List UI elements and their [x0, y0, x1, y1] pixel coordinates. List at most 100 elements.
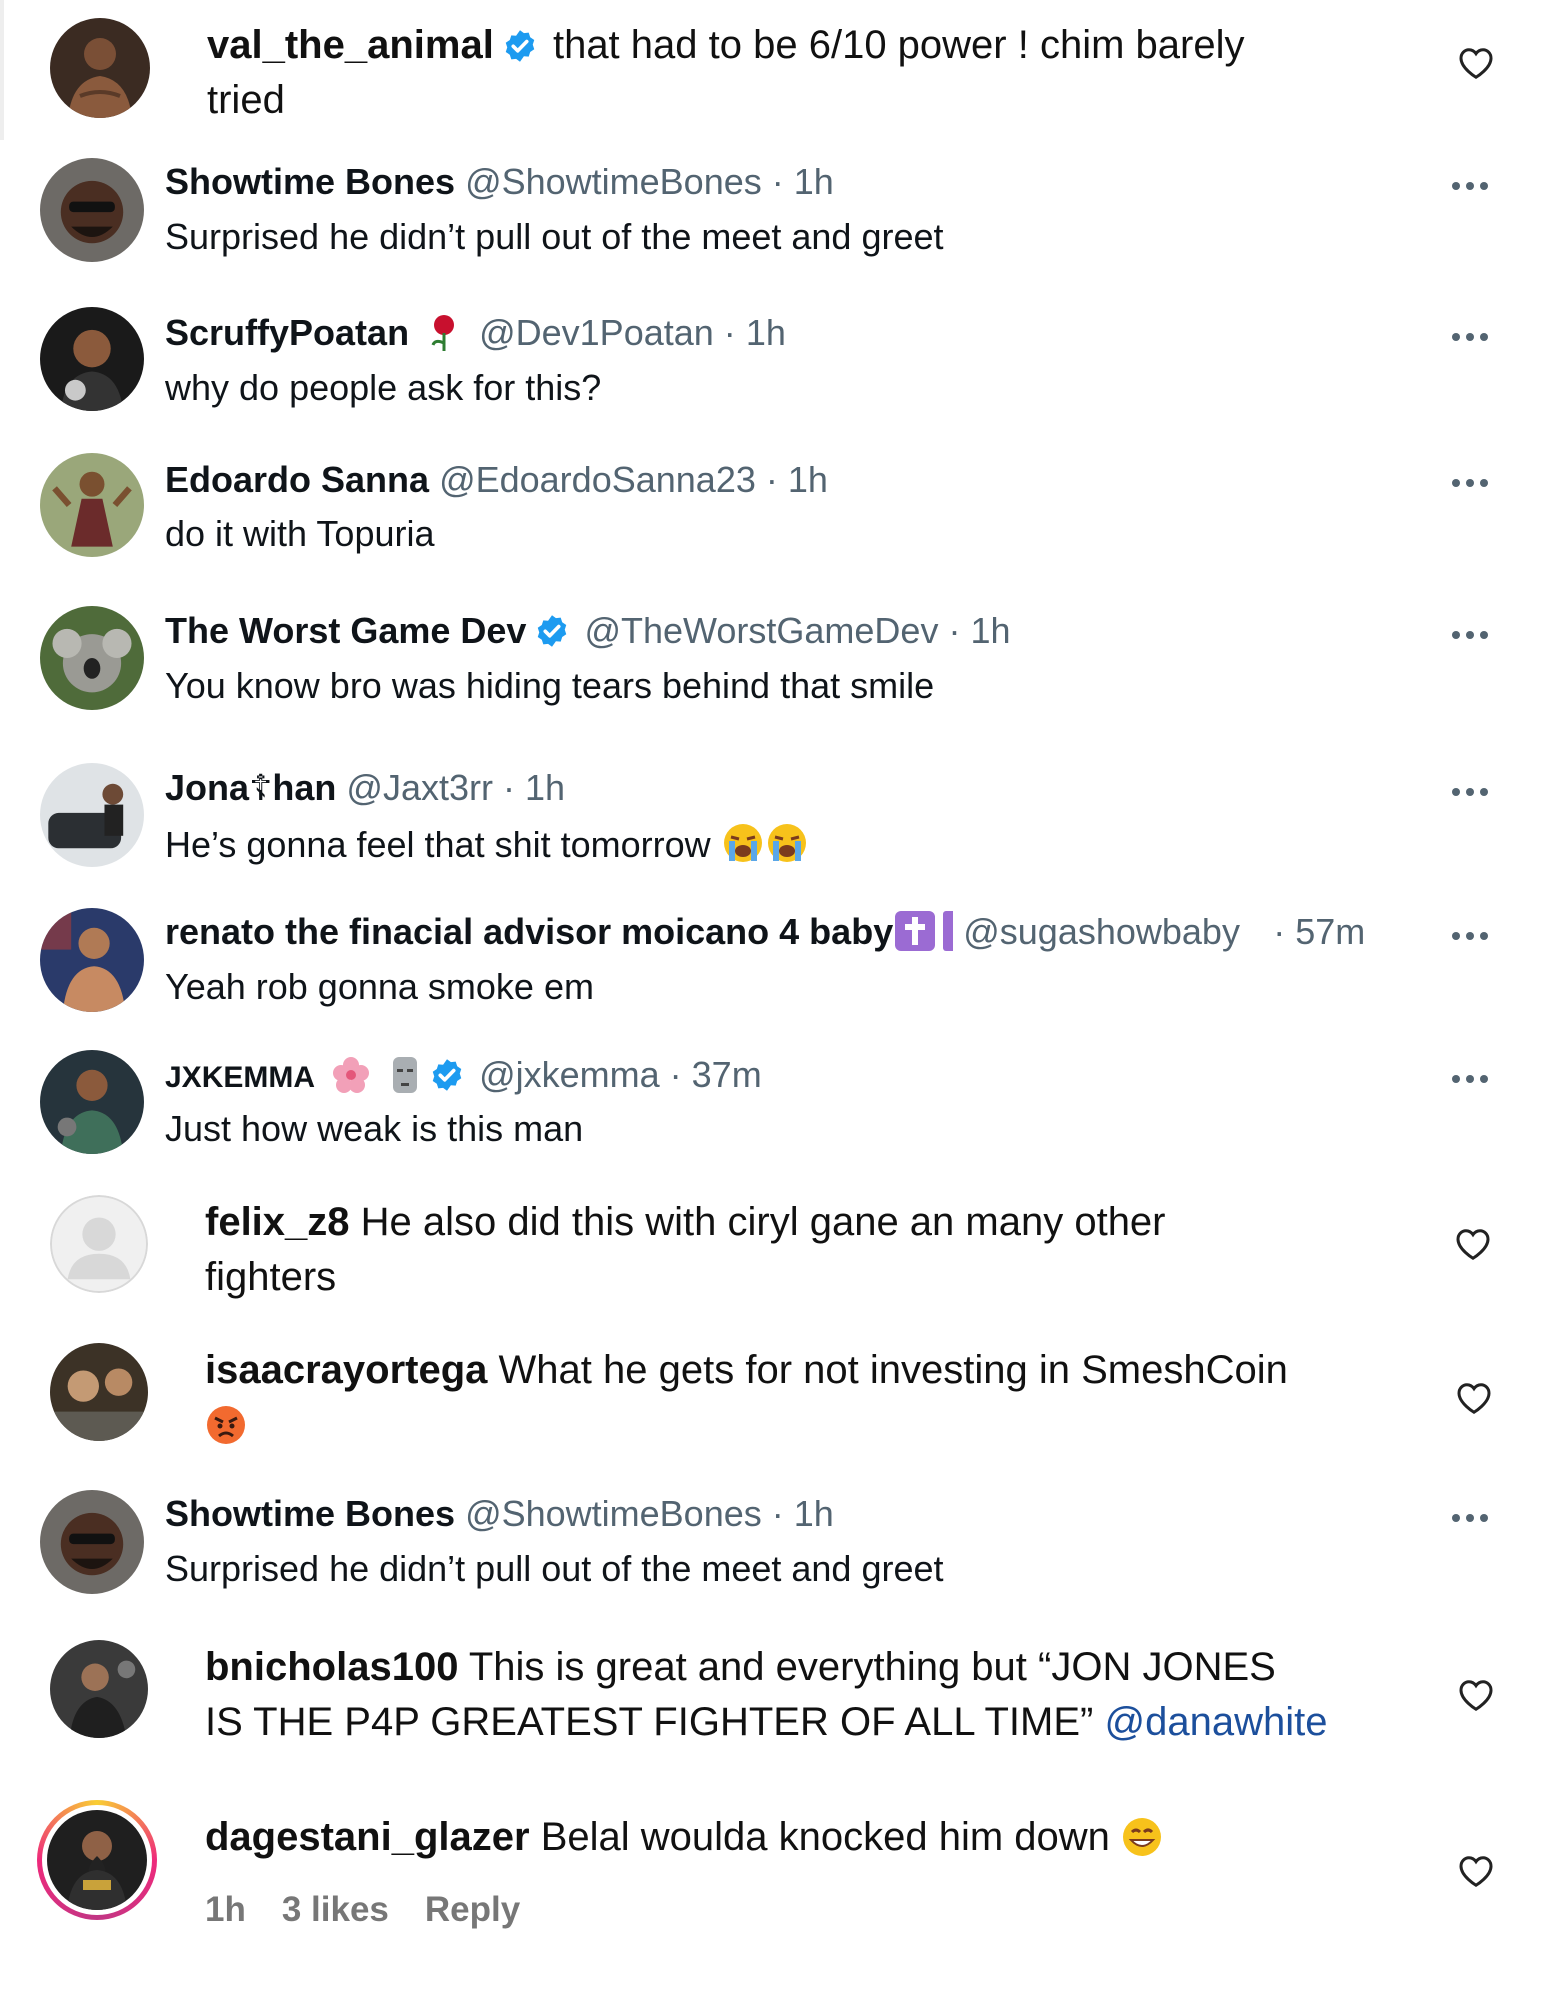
reply-header: JXKEMMA @jxkemma · 37m — [165, 1053, 762, 1100]
handle[interactable]: @EdoardoSanna23 — [439, 459, 756, 500]
more-horizontal-icon[interactable] — [1450, 179, 1490, 191]
more-horizontal-icon[interactable] — [1450, 929, 1490, 941]
hibiscus-emoji — [331, 1055, 371, 1095]
reply-item: Showtime Bones @ShowtimeBones · 1h Surpr… — [0, 1490, 1545, 1600]
reply-item: The Worst Game Dev @TheWorstGameDev · 1h… — [0, 605, 1545, 715]
heart-outline-icon[interactable] — [1455, 1227, 1491, 1261]
latin-cross-emoji — [895, 911, 936, 951]
avatar[interactable] — [40, 158, 144, 262]
comment-body: Belal woulda knocked him down — [540, 1815, 1110, 1859]
angry-face-emoji — [205, 1404, 247, 1446]
username-link[interactable]: val_the_animal — [207, 23, 494, 67]
avatar[interactable] — [50, 1343, 148, 1441]
separator: · — [669, 1054, 682, 1095]
more-horizontal-icon[interactable] — [1450, 330, 1490, 342]
heart-outline-icon[interactable] — [1458, 1854, 1494, 1888]
avatar[interactable] — [40, 453, 144, 557]
timestamp[interactable]: 1h — [525, 767, 565, 808]
reply-text: why do people ask for this? — [165, 367, 602, 408]
display-name[interactable]: The Worst Game Dev — [165, 610, 526, 651]
verified-badge-icon — [502, 24, 538, 62]
timestamp[interactable]: 57m — [1295, 911, 1365, 952]
display-name[interactable]: Showtime Bones — [165, 1493, 455, 1534]
reply-header: Jona☦han @Jaxt3rr · 1h — [165, 766, 565, 810]
moai-emoji — [389, 1055, 421, 1095]
story-ring[interactable] — [37, 1800, 157, 1920]
reply-header: Showtime Bones @ShowtimeBones · 1h — [165, 160, 834, 204]
avatar[interactable] — [50, 18, 150, 118]
comment-body-line2: IS THE P4P GREATEST FIGHTER OF ALL TIME” — [205, 1700, 1094, 1744]
reply-text: You know bro was hiding tears behind tha… — [165, 665, 935, 706]
rose-emoji — [427, 313, 461, 353]
comment-feed: val_the_animal that had to be 6/10 power… — [0, 0, 1545, 2000]
separator: · — [765, 459, 778, 500]
timestamp[interactable]: 37m — [692, 1054, 762, 1095]
likes-count[interactable]: 3 likes — [282, 1890, 389, 1929]
comment-time: 1h — [205, 1890, 246, 1929]
handle[interactable]: @Dev1Poatan — [479, 312, 714, 353]
mention-link[interactable]: @danawhite — [1104, 1700, 1327, 1744]
reply-header: The Worst Game Dev @TheWorstGameDev · 1h — [165, 609, 1011, 653]
reply-item: Edoardo Sanna @EdoardoSanna23 · 1h do it… — [0, 452, 1545, 562]
avatar[interactable] — [40, 307, 144, 411]
comment-item: felix_z8 He also did this with ciryl gan… — [0, 1195, 1545, 1325]
username-link[interactable]: felix_z8 — [205, 1200, 350, 1244]
reply-header: renato the finacial advisor moicano 4 ba… — [165, 910, 1365, 954]
reply-body: He’s gonna feel that shit tomorrow — [165, 824, 711, 865]
reply-button[interactable]: Reply — [425, 1890, 520, 1929]
avatar[interactable] — [40, 1490, 144, 1594]
handle[interactable]: @ShowtimeBones — [465, 161, 762, 202]
more-horizontal-icon[interactable] — [1450, 1511, 1490, 1523]
username-link[interactable]: isaacrayortega — [205, 1348, 487, 1392]
avatar[interactable] — [40, 908, 144, 1012]
comment-text: dagestani_glazer Belal woulda knocked hi… — [205, 1810, 1425, 1865]
separator: · — [1273, 911, 1286, 952]
timestamp[interactable]: 1h — [794, 161, 834, 202]
display-name[interactable]: JXKEMMA — [165, 1061, 315, 1094]
avatar[interactable] — [47, 1810, 147, 1910]
comment-body-line2: fighters — [205, 1255, 337, 1299]
display-name[interactable]: ScruffyPoatan — [165, 312, 409, 353]
more-horizontal-icon[interactable] — [1450, 628, 1490, 640]
timestamp[interactable]: 1h — [746, 312, 786, 353]
comment-text: bnicholas100 This is great and everythin… — [205, 1640, 1425, 1750]
handle[interactable]: @ShowtimeBones — [465, 1493, 762, 1534]
display-name[interactable]: Showtime Bones — [165, 161, 455, 202]
separator: · — [948, 610, 961, 651]
timestamp[interactable]: 1h — [788, 459, 828, 500]
timestamp[interactable]: 1h — [794, 1493, 834, 1534]
loudly-crying-face-emoji — [721, 821, 809, 865]
comment-body: that had to be 6/10 power ! chim barely — [552, 23, 1245, 67]
heart-outline-icon[interactable] — [1456, 1381, 1492, 1415]
handle[interactable]: @sugashowbaby — [963, 910, 1273, 954]
avatar[interactable] — [40, 1050, 144, 1154]
handle[interactable]: @jxkemma — [479, 1054, 660, 1095]
reply-header: ScruffyPoatan @Dev1Poatan · 1h — [165, 311, 786, 355]
avatar[interactable] — [50, 1640, 148, 1738]
reply-text: Surprised he didn’t pull out of the meet… — [165, 216, 944, 257]
more-horizontal-icon[interactable] — [1450, 476, 1490, 488]
more-horizontal-icon[interactable] — [1450, 785, 1490, 797]
username-link[interactable]: dagestani_glazer — [205, 1815, 530, 1859]
comment-item: dagestani_glazer Belal woulda knocked hi… — [0, 1800, 1545, 1980]
username-link[interactable]: bnicholas100 — [205, 1645, 458, 1689]
display-name[interactable]: renato the finacial advisor moicano 4 ba… — [165, 911, 893, 952]
avatar[interactable] — [40, 763, 144, 867]
comment-meta: 1h 3 likes Reply — [205, 1890, 556, 1930]
reply-item: ScruffyPoatan @Dev1Poatan · 1h why do pe… — [0, 305, 1545, 415]
handle[interactable]: @TheWorstGameDev — [584, 610, 938, 651]
handle[interactable]: @Jaxt3rr — [346, 767, 493, 808]
more-horizontal-icon[interactable] — [1450, 1072, 1490, 1084]
heart-outline-icon[interactable] — [1458, 1678, 1494, 1712]
timestamp[interactable]: 1h — [970, 610, 1010, 651]
reply-text: He’s gonna feel that shit tomorrow — [165, 821, 809, 867]
separator: · — [723, 312, 736, 353]
comment-item: bnicholas100 This is great and everythin… — [0, 1640, 1545, 1780]
display-name[interactable]: Jona☦han — [165, 767, 336, 808]
display-name[interactable]: Edoardo Sanna — [165, 459, 429, 500]
default-avatar-icon[interactable] — [50, 1195, 148, 1293]
separator: · — [771, 1493, 784, 1534]
heart-outline-icon[interactable] — [1458, 46, 1494, 80]
avatar[interactable] — [40, 606, 144, 710]
comment-body: This is great and everything but “JON JO… — [468, 1645, 1276, 1689]
